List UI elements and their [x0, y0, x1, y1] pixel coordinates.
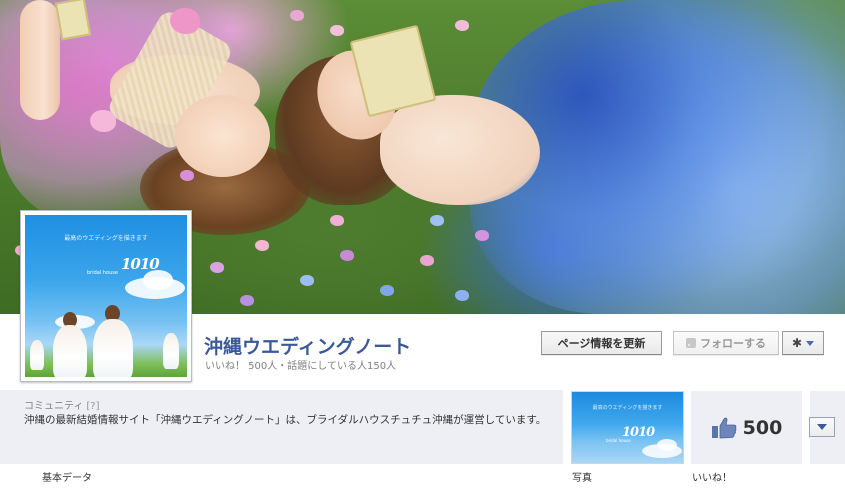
expand-tabs-button[interactable]	[809, 417, 835, 437]
page-title[interactable]: 沖縄ウエディングノート	[204, 332, 411, 359]
photos-thumbnail-cloud	[657, 439, 677, 451]
cover-petal	[420, 255, 434, 266]
settings-dropdown-button[interactable]: ✱	[782, 331, 824, 355]
cover-petal	[300, 275, 314, 286]
profile-picture[interactable]: 最高のウエディングを描きます 1010 bridal house	[20, 210, 192, 382]
cover-bride-arm	[20, 0, 60, 120]
update-page-info-button[interactable]: ページ情報を更新	[541, 331, 662, 355]
profile-picture-image: 最高のウエディングを描きます 1010 bridal house	[25, 215, 187, 377]
photos-thumbnail-tagline: 最高のウエディングを描きます	[592, 405, 663, 411]
update-page-info-label: ページ情報を更新	[557, 337, 646, 350]
cover-petal	[455, 290, 469, 301]
cover-petal	[475, 230, 489, 241]
page-description: 沖縄の最新結婚情報サイト「沖縄ウエディングノート」は、ブライダルハウスチュチュ沖…	[24, 414, 547, 426]
cover-petal	[170, 8, 200, 34]
cover-petal	[330, 215, 344, 226]
cover-bride-face-left	[175, 95, 270, 177]
cover-petal	[430, 215, 444, 226]
profile-picture-cloud	[143, 270, 173, 290]
likes-count: 500	[742, 416, 783, 439]
profile-picture-bride	[93, 319, 133, 377]
cover-petal	[180, 170, 194, 181]
category-help-link[interactable]: [?]	[86, 401, 99, 412]
profile-picture-bride	[53, 325, 87, 377]
follow-button[interactable]: フォローする	[673, 331, 779, 355]
page-category: コミュニティ [?]	[24, 397, 100, 412]
follow-label: フォローする	[700, 337, 766, 350]
cover-petal	[340, 250, 354, 261]
gear-icon: ✱	[791, 336, 803, 350]
tab-likes[interactable]: いいね！	[692, 469, 732, 484]
tab-basic-info[interactable]: 基本データ	[42, 469, 92, 484]
photos-thumbnail-subtitle: bridal house	[606, 438, 631, 443]
profile-picture-tagline: 最高のウエディングを描きます	[64, 235, 148, 242]
cover-bride-shoulders-right	[380, 95, 540, 205]
cover-petal	[240, 295, 254, 306]
likes-box[interactable]: 500	[691, 391, 802, 464]
cover-petal	[255, 240, 269, 251]
tab-photos[interactable]: 写真	[572, 469, 592, 484]
profile-picture-bride	[163, 333, 179, 369]
photos-thumbnail[interactable]: 最高のウエディングを描きます 1010 bridal house	[571, 391, 684, 464]
cover-petal	[380, 285, 394, 296]
profile-picture-bride	[30, 340, 44, 370]
thumbs-up-icon	[711, 417, 737, 438]
cover-book-small	[54, 0, 92, 41]
cover-petal	[290, 10, 304, 21]
cover-petal	[455, 20, 469, 31]
page-category-label: コミュニティ	[24, 401, 84, 412]
rss-icon	[686, 338, 696, 348]
cover-petal	[330, 25, 344, 36]
cover-petal	[210, 262, 224, 273]
chevron-down-icon	[817, 424, 827, 430]
cover-petal	[90, 110, 116, 132]
profile-picture-subtitle: bridal house	[87, 270, 118, 276]
page-stats: いいね！ 500人・話題にしている人150人	[205, 361, 397, 372]
caret-down-icon	[806, 340, 815, 346]
about-box: コミュニティ [?] 沖縄の最新結婚情報サイト「沖縄ウエディングノート」は、ブライ…	[0, 390, 563, 464]
